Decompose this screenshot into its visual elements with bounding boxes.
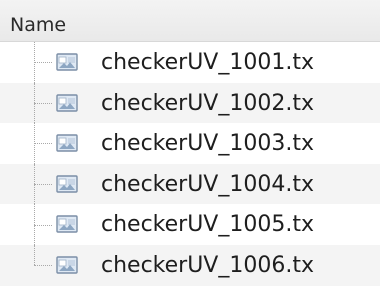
tree-row[interactable]: checkerUV_1001.tx [0,42,380,83]
tree-branch-connector [34,224,52,226]
file-list: checkerUV_1001.tx checkerUV_1002.tx chec… [0,42,380,286]
tree-row[interactable]: checkerUV_1006.tx [0,244,380,286]
image-file-icon [56,134,78,152]
file-name-label: checkerUV_1001.tx [101,50,314,75]
image-file-icon [56,256,78,274]
tree-branch-connector [34,184,52,186]
tree-row[interactable]: checkerUV_1003.tx [0,123,380,164]
tree-branch-connector [34,265,52,267]
image-file-icon [56,93,78,112]
image-file-icon [56,215,78,234]
file-name-label: checkerUV_1003.tx [101,131,314,157]
tree-branch-line [34,244,35,266]
image-file-icon [56,175,78,193]
tree-row[interactable]: checkerUV_1005.tx [0,204,380,245]
image-file-icon [56,53,78,71]
column-header-name[interactable]: Name [0,0,380,42]
tree-branch-connector [34,62,52,64]
tree-row[interactable]: checkerUV_1002.tx [0,82,380,124]
tree-branch-connector [34,102,52,104]
file-name-label: checkerUV_1006.tx [101,252,314,278]
column-header-label: Name [10,14,67,36]
file-name-label: checkerUV_1005.tx [101,212,314,238]
file-name-label: checkerUV_1004.tx [101,171,314,197]
tree-row[interactable]: checkerUV_1004.tx [0,163,380,205]
file-tree-view: Name checkerUV_1001.tx checkerUV_1002.tx… [0,0,380,303]
file-name-label: checkerUV_1002.tx [101,90,314,116]
tree-branch-connector [34,143,52,145]
